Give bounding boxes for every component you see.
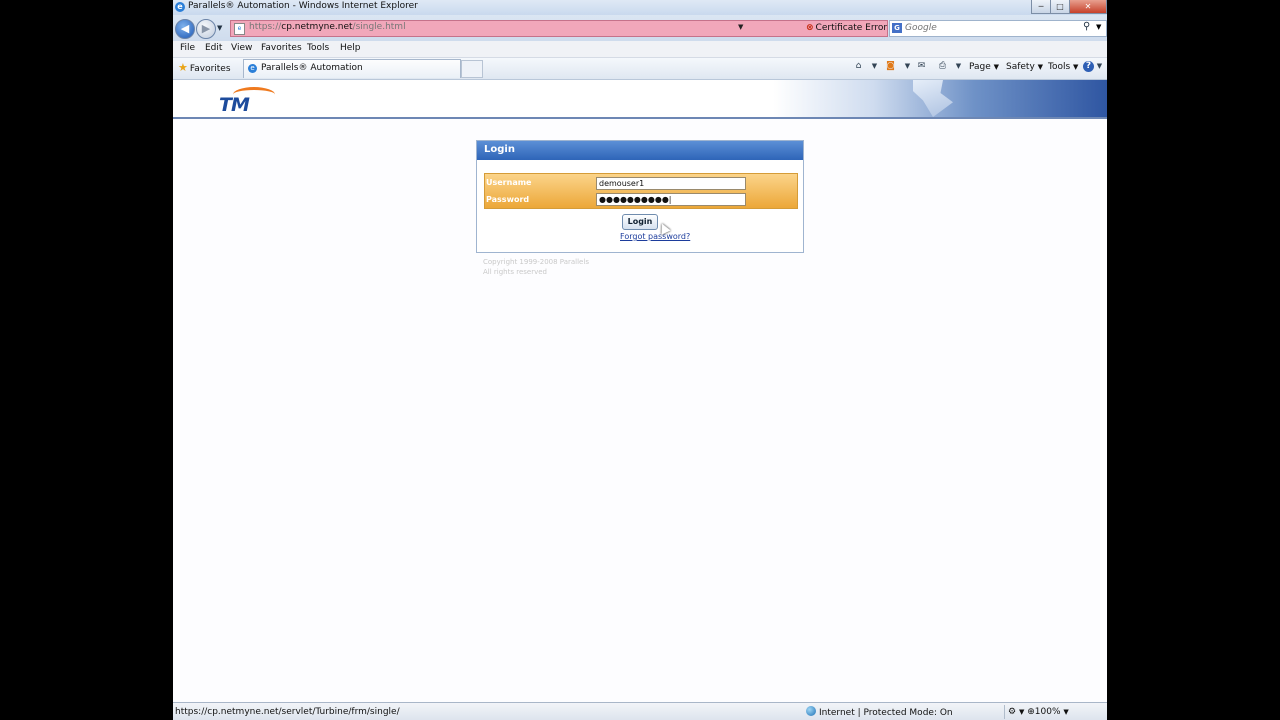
mail-icon[interactable]: ✉ bbox=[916, 61, 927, 72]
copyright-line-2: All rights reserved bbox=[483, 268, 547, 276]
close-button[interactable]: ✕ bbox=[1069, 0, 1107, 14]
login-panel: Login Username Password demouser1 ●●●●●●… bbox=[476, 140, 804, 253]
search-dropdown-icon[interactable]: ▼ bbox=[1096, 23, 1101, 31]
menu-bar: File Edit View Favorites Tools Help bbox=[173, 41, 1107, 58]
address-dropdown-icon[interactable]: ▼ bbox=[738, 23, 743, 31]
menu-file[interactable]: File bbox=[180, 43, 195, 53]
print-dropdown-icon[interactable]: ▼ bbox=[953, 61, 964, 72]
title-bar: e Parallels® Automation - Windows Intern… bbox=[173, 0, 1107, 15]
chevron-down-icon: ▼ bbox=[1018, 708, 1025, 716]
zoom-icon: ⊕ bbox=[1027, 707, 1035, 717]
status-bar: https://cp.netmyne.net/servlet/Turbine/f… bbox=[173, 702, 1107, 720]
zoom-control[interactable]: ⚙ ▼ ⊕100% ▼ bbox=[1008, 707, 1069, 717]
ie-tab-icon: e bbox=[248, 64, 257, 73]
copyright-notice: Copyright 1999-2008 Parallels All rights… bbox=[483, 257, 589, 277]
safety-menu[interactable]: Safety ▼ bbox=[1006, 62, 1043, 72]
login-button[interactable]: Login bbox=[622, 214, 658, 230]
help-dropdown-icon[interactable]: ▼ bbox=[1094, 61, 1105, 72]
star-icon: ★ bbox=[178, 61, 188, 74]
minimize-button[interactable]: ─ bbox=[1031, 0, 1051, 14]
password-field[interactable]: ●●●●●●●●●●| bbox=[596, 193, 746, 206]
certificate-error-button[interactable]: ⊗ Certificate Error bbox=[806, 21, 887, 36]
forward-button[interactable]: ▶ bbox=[196, 19, 216, 39]
page-menu-label: Page bbox=[969, 62, 991, 72]
window-title: Parallels® Automation - Windows Internet… bbox=[188, 1, 418, 11]
search-input[interactable] bbox=[905, 21, 1075, 34]
favorites-bar: ★ Favorites e Parallels® Automation ⌂ ▼ ◙… bbox=[173, 58, 1107, 80]
favorites-label: Favorites bbox=[189, 64, 231, 74]
home-icon[interactable]: ⌂ bbox=[853, 61, 864, 72]
favorites-button[interactable]: ★ Favorites bbox=[178, 61, 231, 75]
username-field[interactable]: demouser1 bbox=[596, 177, 746, 190]
tab-title: Parallels® Automation bbox=[261, 63, 363, 73]
feeds-dropdown-icon[interactable]: ▼ bbox=[902, 61, 913, 72]
chevron-down-icon: ▼ bbox=[1073, 63, 1079, 71]
tools-menu[interactable]: Tools ▼ bbox=[1048, 62, 1078, 72]
search-icon[interactable]: ⚲ bbox=[1083, 21, 1090, 32]
google-icon: G bbox=[892, 23, 902, 33]
tools-menu-label: Tools bbox=[1048, 62, 1071, 72]
login-form: Username Password demouser1 ●●●●●●●●●●| bbox=[484, 173, 798, 209]
safety-menu-label: Safety bbox=[1006, 62, 1035, 72]
chevron-down-icon: ▼ bbox=[993, 63, 1000, 71]
ie-icon: e bbox=[175, 2, 185, 12]
feeds-icon[interactable]: ◙ bbox=[885, 61, 896, 72]
menu-view[interactable]: View bbox=[231, 43, 252, 53]
address-url[interactable]: https://cp.netmyne.net/single.html bbox=[249, 22, 406, 32]
menu-tools[interactable]: Tools bbox=[307, 43, 329, 53]
globe-icon bbox=[806, 706, 816, 716]
copyright-line-1: Copyright 1999-2008 Parallels bbox=[483, 258, 589, 266]
login-panel-title: Login bbox=[484, 144, 515, 155]
protected-mode-icon: ⚙ bbox=[1008, 707, 1017, 717]
url-path: /single.html bbox=[352, 22, 406, 32]
browser-window: e Parallels® Automation - Windows Intern… bbox=[173, 0, 1107, 720]
chevron-down-icon: ▼ bbox=[1037, 63, 1044, 71]
url-host: cp.netmyne.net bbox=[281, 22, 353, 32]
divider bbox=[1004, 705, 1005, 719]
search-box[interactable]: G ⚲ ▼ bbox=[889, 20, 1107, 37]
menu-help[interactable]: Help bbox=[340, 43, 361, 53]
security-zone[interactable]: Internet | Protected Mode: On bbox=[806, 706, 953, 718]
chevron-down-icon: ▼ bbox=[1063, 708, 1069, 716]
menu-edit[interactable]: Edit bbox=[205, 43, 222, 53]
login-panel-header: Login bbox=[477, 141, 803, 160]
forgot-password-link[interactable]: Forgot password? bbox=[620, 232, 690, 241]
zoom-level: 100% bbox=[1034, 707, 1061, 717]
zone-label: Internet | Protected Mode: On bbox=[819, 708, 953, 718]
print-icon[interactable]: ⎙ bbox=[937, 61, 948, 72]
password-label: Password bbox=[486, 195, 530, 204]
home-dropdown-icon[interactable]: ▼ bbox=[869, 61, 880, 72]
username-label: Username bbox=[486, 178, 532, 187]
page-menu[interactable]: Page ▼ bbox=[969, 62, 999, 72]
url-prefix: https:// bbox=[249, 22, 282, 32]
tab-parallels-automation[interactable]: e Parallels® Automation bbox=[243, 59, 461, 78]
help-icon[interactable]: ? bbox=[1083, 61, 1094, 72]
back-button[interactable]: ◀ bbox=[175, 19, 195, 39]
new-tab-button[interactable] bbox=[461, 60, 483, 78]
maximize-button[interactable]: □ bbox=[1050, 0, 1070, 14]
address-row: ◀ ▶ ▼ e https://cp.netmyne.net/single.ht… bbox=[173, 15, 1107, 41]
logo-text: TM bbox=[219, 94, 250, 116]
shield-error-icon: ⊗ bbox=[806, 23, 814, 33]
menu-favorites[interactable]: Favorites bbox=[261, 43, 302, 53]
site-banner: TM bbox=[173, 80, 1107, 119]
tm-logo[interactable]: TM bbox=[219, 86, 279, 116]
history-dropdown-icon[interactable]: ▼ bbox=[217, 24, 222, 32]
page-icon: e bbox=[234, 23, 245, 35]
status-url: https://cp.netmyne.net/servlet/Turbine/f… bbox=[175, 707, 400, 717]
address-bar[interactable]: e https://cp.netmyne.net/single.html ▼ ⊗… bbox=[230, 20, 942, 37]
certificate-error-label: Certificate Error bbox=[815, 23, 888, 33]
